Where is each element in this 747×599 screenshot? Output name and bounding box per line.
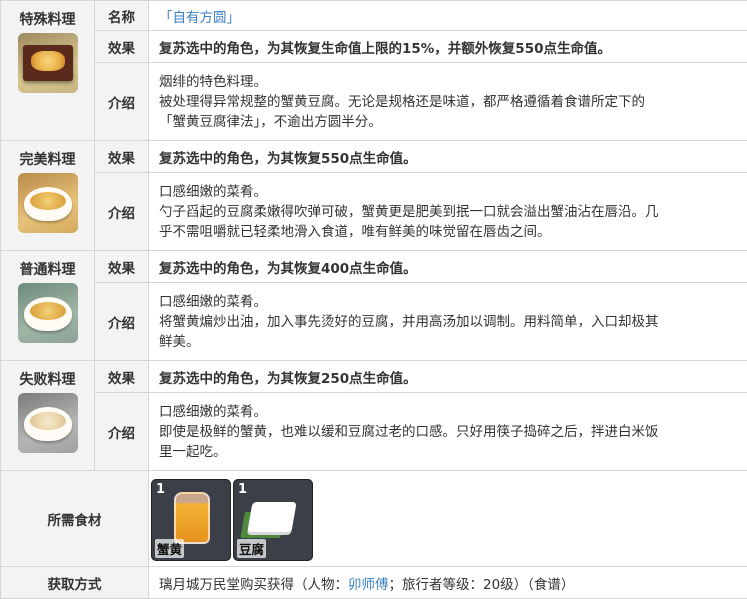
effect-text: 复苏选中的角色，为其恢复400点生命值。 [149,251,747,283]
intro-label: 介绍 [95,393,149,471]
intro-text: 烟绯的特色料理。 被处理得异常规整的蟹黄豆腐。无论是规格还是味道，都严格遵循着食… [149,63,747,141]
intro-text: 口感细嫩的菜肴。 勺子舀起的豆腐柔嫩得吹弹可破，蟹黄更是肥美到抿一口就会溢出蟹油… [149,173,747,251]
effect-row: 普通料理 效果 复苏选中的角色，为其恢复400点生命值。 [1,251,747,283]
intro-text: 口感细嫩的菜肴。 即使是极鲜的蟹黄，也难以缓和豆腐过老的口感。只好用筷子捣碎之后… [149,393,747,471]
intro-line: 烟绯的特色料理。 [159,72,741,92]
dish-name-link[interactable]: 「自有方圆」 [159,10,240,26]
obtain-suffix: ；旅行者等级：20级）（食谱） [389,577,575,593]
intro-line: 被处理得异常规整的蟹黄豆腐。无论是规格还是味道，都严格遵循着食谱所定下的 [159,92,741,112]
effect-row: 完美料理 效果 复苏选中的角色，为其恢复550点生命值。 [1,141,747,173]
dish-perfect-cell: 完美料理 [1,141,95,251]
intro-line: 勺子舀起的豆腐柔嫩得吹弹可破，蟹黄更是肥美到抿一口就会溢出蟹油沾在唇沿。几 [159,202,741,222]
effect-label: 效果 [95,31,149,63]
intro-row: 介绍 口感细嫩的菜肴。 勺子舀起的豆腐柔嫩得吹弹可破，蟹黄更是肥美到抿一口就会溢… [1,173,747,251]
dish-normal-cell: 普通料理 [1,251,95,361]
ingredients-list: 1 蟹黄 1 豆腐 [149,471,747,567]
intro-line: 口感细嫩的菜肴。 [159,292,741,312]
tofu-icon[interactable]: 1 豆腐 [233,479,313,561]
intro-row: 介绍 烟绯的特色料理。 被处理得异常规整的蟹黄豆腐。无论是规格还是味道，都严格遵… [1,63,747,141]
failed-dish-icon[interactable] [18,393,78,453]
effect-text: 复苏选中的角色，为其恢复250点生命值。 [149,361,747,393]
intro-line: 里一起吃。 [159,442,741,462]
intro-text: 口感细嫩的菜肴。 将蟹黄煸炒出油，加入事先烫好的豆腐，并用高汤加以调制。用料简单… [149,283,747,361]
intro-line: 口感细嫩的菜肴。 [159,402,741,422]
effect-row: 效果 复苏选中的角色，为其恢复生命值上限的15%，并额外恢复550点生命值。 [1,31,747,63]
dish-special-cell: 特殊料理 [1,1,95,141]
intro-line: 即使是极鲜的蟹黄，也难以缓和豆腐过老的口感。只好用筷子捣碎之后，拌进白米饭 [159,422,741,442]
ingredients-label: 所需食材 [1,471,149,567]
intro-line: 口感细嫩的菜肴。 [159,182,741,202]
obtain-prefix: 璃月城万民堂购买获得（人物： [159,577,348,593]
special-dish-icon[interactable] [18,33,78,93]
dish-tier-label: 失败料理 [1,369,94,389]
name-label: 名称 [95,1,149,31]
dish-failed-cell: 失败料理 [1,361,95,471]
intro-line: 鲜美。 [159,332,741,352]
ingredient-name: 蟹黄 [155,539,184,558]
intro-label: 介绍 [95,173,149,251]
intro-label: 介绍 [95,283,149,361]
ingredient-name: 豆腐 [237,539,266,558]
dish-tier-label: 特殊料理 [1,9,94,29]
intro-row: 介绍 口感细嫩的菜肴。 即使是极鲜的蟹黄，也难以缓和豆腐过老的口感。只好用筷子捣… [1,393,747,471]
obtain-text: 璃月城万民堂购买获得（人物：卯师傅；旅行者等级：20级）（食谱） [149,567,747,599]
obtain-row: 获取方式 璃月城万民堂购买获得（人物：卯师傅；旅行者等级：20级）（食谱） [1,567,747,599]
ingredient-count: 1 [156,482,165,497]
ingredient-count: 1 [238,482,247,497]
dish-tier-label: 普通料理 [1,259,94,279]
name-row: 特殊料理 名称 「自有方圆」 [1,1,747,31]
intro-label: 介绍 [95,63,149,141]
effect-label: 效果 [95,141,149,173]
intro-line: 将蟹黄煸炒出油，加入事先烫好的豆腐，并用高汤加以调制。用料简单，入口却极其 [159,312,741,332]
normal-dish-icon[interactable] [18,283,78,343]
intro-row: 介绍 口感细嫩的菜肴。 将蟹黄煸炒出油，加入事先烫好的豆腐，并用高汤加以调制。用… [1,283,747,361]
dish-tier-label: 完美料理 [1,149,94,169]
intro-line: 乎不需咀嚼就已轻柔地滑入食道，唯有鲜美的味觉留在唇齿之间。 [159,222,741,242]
npc-link[interactable]: 卯师傅 [348,577,389,593]
effect-row: 失败料理 效果 复苏选中的角色，为其恢复250点生命值。 [1,361,747,393]
effect-label: 效果 [95,361,149,393]
obtain-label: 获取方式 [1,567,149,599]
effect-text: 复苏选中的角色，为其恢复550点生命值。 [149,141,747,173]
effect-text: 复苏选中的角色，为其恢复生命值上限的15%，并额外恢复550点生命值。 [149,31,747,63]
ingredients-row: 所需食材 1 蟹黄 1 豆腐 [1,471,747,567]
recipe-info-table: 特殊料理 名称 「自有方圆」 效果 复苏选中的角色，为其恢复生命值上限的15%，… [0,0,747,599]
effect-label: 效果 [95,251,149,283]
perfect-dish-icon[interactable] [18,173,78,233]
crab-roe-icon[interactable]: 1 蟹黄 [151,479,231,561]
intro-line: 「蟹黄豆腐律法」，不逾出方圆半分。 [159,112,741,132]
